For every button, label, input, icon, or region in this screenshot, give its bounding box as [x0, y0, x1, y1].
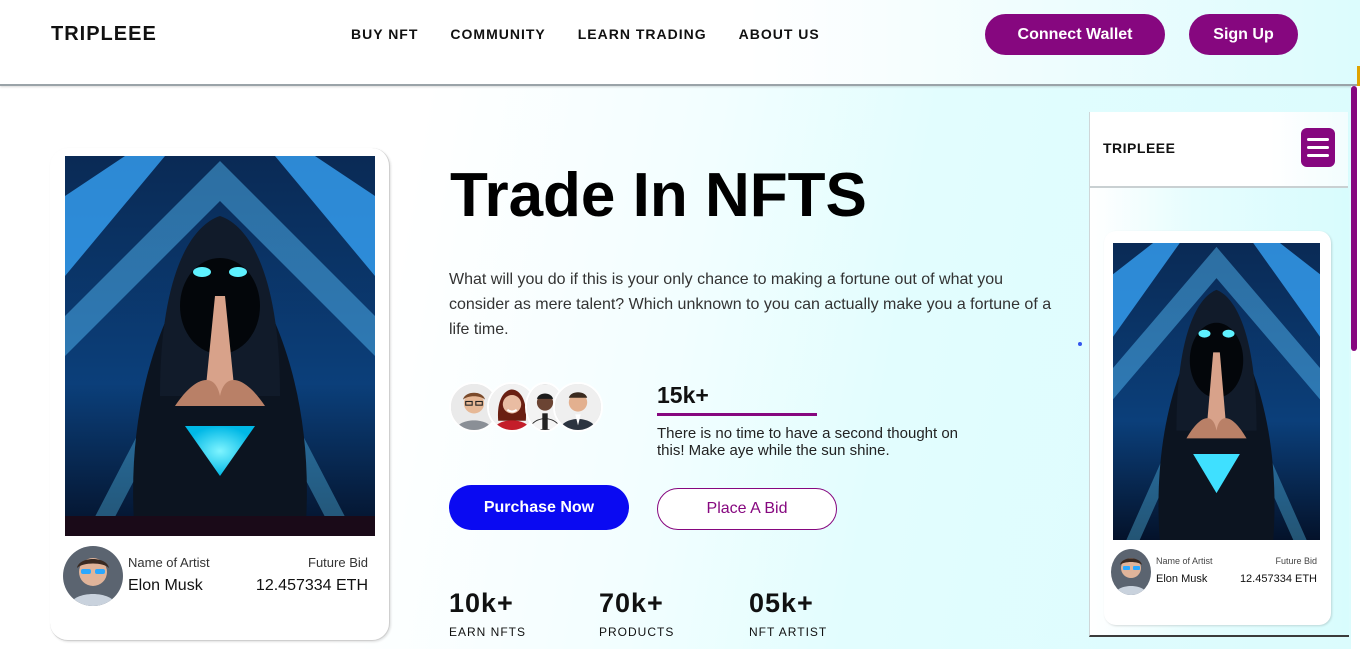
purchase-now-button[interactable]: Purchase Now — [449, 485, 629, 530]
mobile-future-bid-label: Future Bid — [1275, 556, 1317, 566]
place-bid-button[interactable]: Place A Bid — [657, 488, 837, 530]
site-logo[interactable]: TRIPLEEE — [51, 23, 157, 46]
community-avatars — [449, 382, 609, 434]
future-bid-label: Future Bid — [308, 555, 368, 570]
hero-description: What will you do if this is your only ch… — [449, 271, 1052, 338]
community-text: There is no time to have a second though… — [657, 425, 959, 459]
metric-value: 10k+ — [449, 588, 514, 618]
mobile-preview: TRIPLEEE Name of Artist Elon Musk Future… — [1089, 112, 1349, 637]
main-nav: BUY NFT COMMUNITY LEARN TRADING ABOUT US — [351, 26, 820, 42]
community-avatar-4 — [553, 382, 603, 432]
metric-label: EARN NFTS — [449, 625, 527, 639]
mobile-artist-avatar — [1111, 549, 1151, 595]
nft-hooded-figure-image — [65, 156, 375, 536]
nav-buy-nft[interactable]: BUY NFT — [351, 26, 418, 42]
mobile-logo[interactable]: TRIPLEEE — [1103, 140, 1175, 156]
metric-value: 05k+ — [749, 588, 814, 618]
hero-title: Trade In NFTS — [450, 161, 867, 230]
connect-wallet-button[interactable]: Connect Wallet — [985, 14, 1165, 55]
site-header: TRIPLEEE BUY NFT COMMUNITY LEARN TRADING… — [0, 0, 1360, 86]
decorative-dot — [1078, 342, 1082, 346]
metric-value: 70k+ — [599, 588, 664, 618]
metric-products: 70k+ PRODUCTS — [599, 588, 674, 639]
community-count-underline — [657, 413, 817, 416]
future-bid-value: 12.457334 ETH — [255, 577, 368, 594]
mobile-artist-name: Elon Musk — [1156, 573, 1208, 585]
nft-card[interactable]: Name of Artist Elon Musk Future Bid 12.4… — [50, 148, 390, 641]
mobile-header: TRIPLEEE — [1090, 112, 1348, 188]
sign-up-button[interactable]: Sign Up — [1189, 14, 1298, 55]
scrollbar-thumb[interactable] — [1351, 86, 1357, 351]
mobile-nft-hooded-figure-image — [1113, 243, 1320, 540]
mobile-artist-label: Name of Artist — [1156, 556, 1213, 566]
mobile-nft-card[interactable]: Name of Artist Elon Musk Future Bid 12.4… — [1104, 231, 1331, 625]
nav-about-us[interactable]: ABOUT US — [739, 26, 820, 42]
hamburger-menu-icon[interactable] — [1301, 128, 1335, 167]
metric-label: NFT ARTIST — [749, 625, 828, 639]
metric-earn-nfts: 10k+ EARN NFTS — [449, 588, 526, 639]
artist-name: Elon Musk — [128, 577, 203, 594]
artist-label: Name of Artist — [128, 555, 210, 570]
nav-community[interactable]: COMMUNITY — [450, 26, 545, 42]
metric-nft-artist: 05k+ NFT ARTIST — [749, 588, 827, 639]
nav-learn-trading[interactable]: LEARN TRADING — [578, 26, 707, 42]
community-count: 15k+ — [657, 382, 709, 408]
artist-avatar — [63, 546, 123, 606]
metric-label: PRODUCTS — [599, 625, 675, 639]
mobile-future-bid-value: 12.457334 ETH — [1239, 573, 1317, 585]
